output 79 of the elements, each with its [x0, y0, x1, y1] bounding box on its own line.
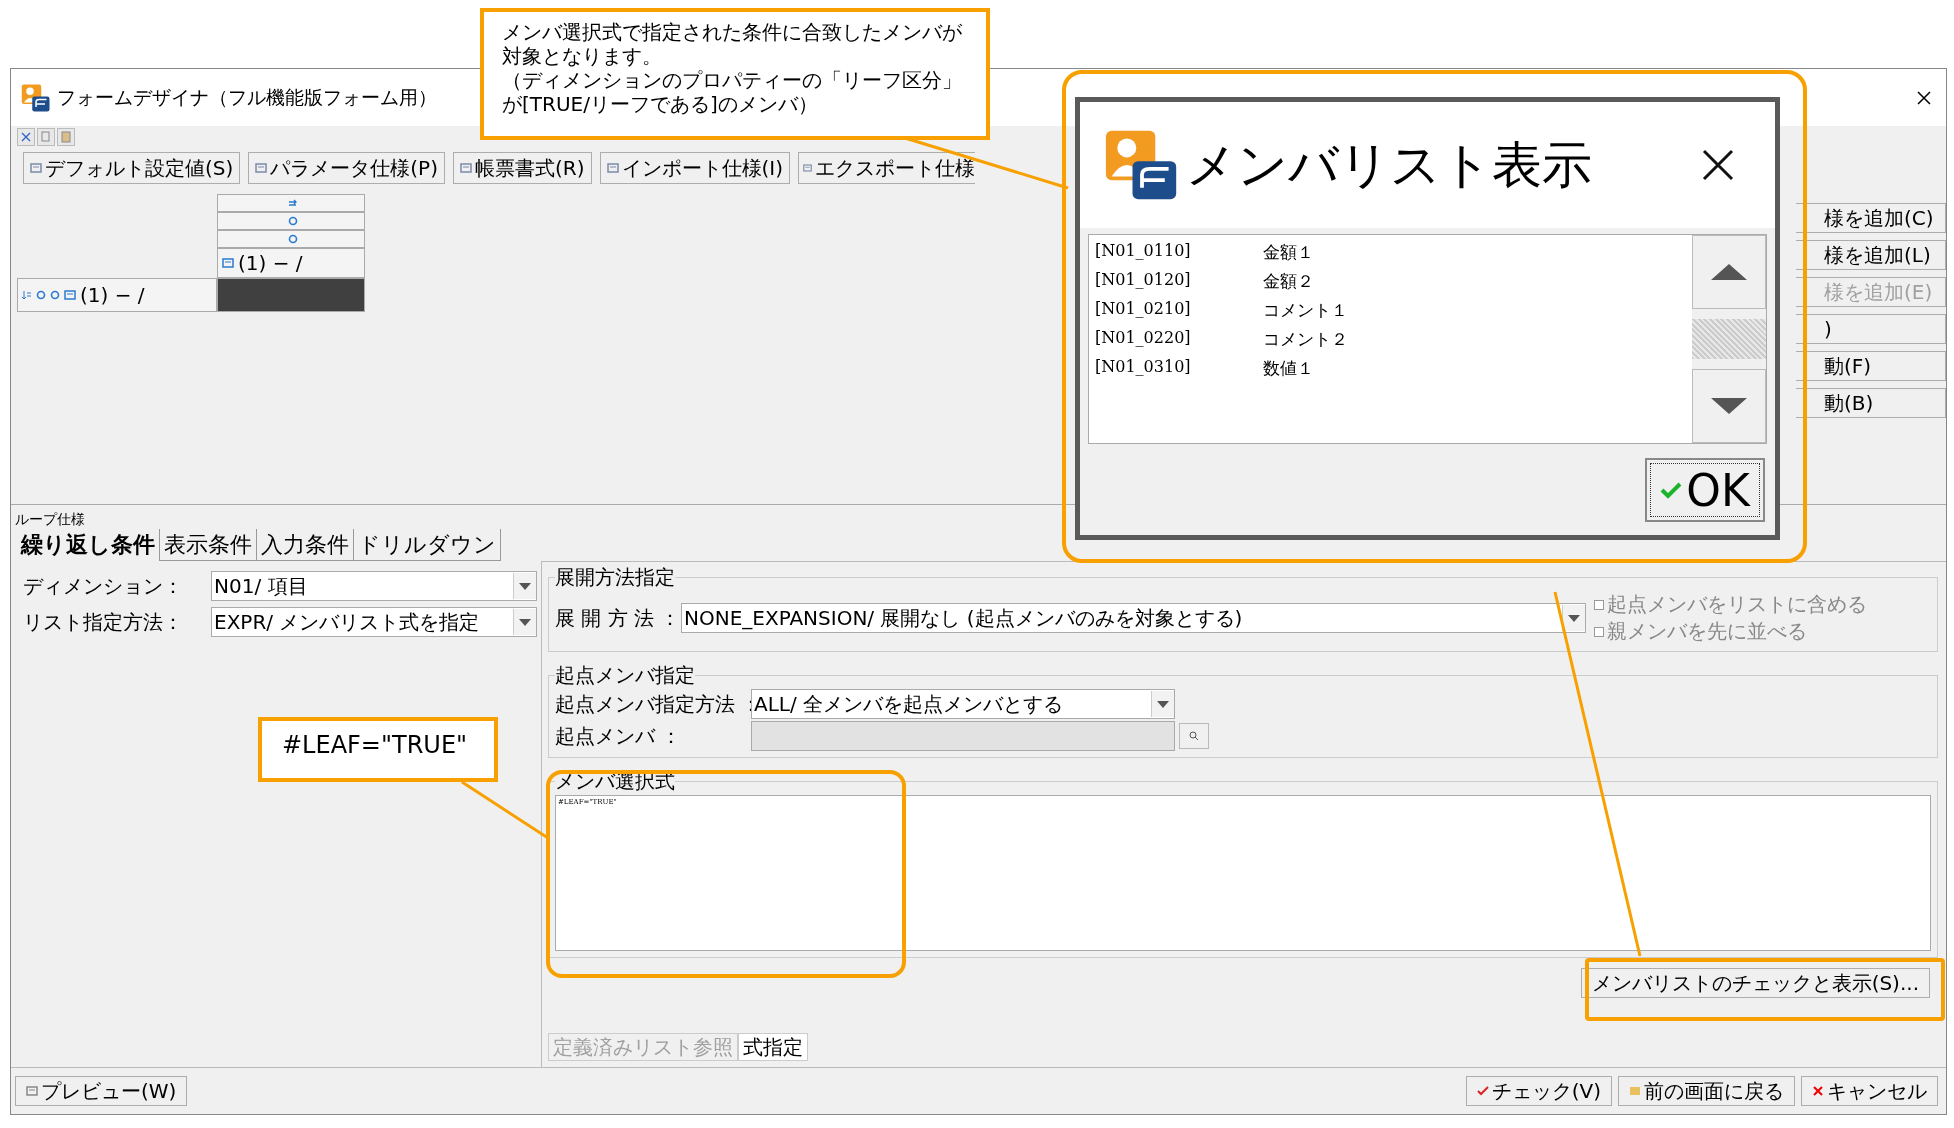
close-icon — [1812, 1085, 1824, 1097]
column-header-cell[interactable]: (1) − / — [217, 248, 365, 278]
dropdown-field[interactable]: N01/ 項目 — [211, 571, 537, 601]
field-label: ディメンション： — [23, 572, 184, 600]
checkbox-label: 親メンバを先に並べる — [1607, 618, 1807, 645]
member-name: 金額２ — [1263, 270, 1314, 293]
swap-icon — [288, 198, 298, 208]
tab[interactable]: 表示条件 — [160, 529, 257, 561]
tab[interactable]: 式指定 — [738, 1033, 808, 1061]
form-icon — [460, 162, 472, 174]
down-arrow-icon — [1709, 395, 1749, 416]
tab[interactable]: ドリルダウン — [354, 529, 501, 561]
tab[interactable]: 入力条件 — [257, 529, 354, 561]
toolbar-button[interactable]: デフォルト設定値(S) — [23, 152, 241, 184]
scroll-up-button[interactable] — [1692, 235, 1766, 310]
side-button[interactable]: 動(B) — [1796, 388, 1946, 418]
list-icon — [222, 257, 234, 269]
member-code: [N01_0310] — [1095, 357, 1192, 378]
toolbar-button[interactable]: エクスポート仕様 — [798, 152, 975, 184]
callout-text: #LEAF="TRUE" — [282, 731, 469, 760]
footer-button[interactable]: 前の画面に戻る — [1618, 1076, 1795, 1106]
member-name: 数値１ — [1263, 357, 1314, 380]
section-title: ループ仕様 — [14, 510, 86, 527]
scroll-down-button[interactable] — [1692, 368, 1766, 443]
check-icon — [1476, 1085, 1489, 1097]
field-label: 展 開 方 法 ： — [555, 604, 681, 632]
preview-button[interactable]: プレビュー(W) — [15, 1076, 188, 1106]
member-code: [N01_0220] — [1095, 328, 1192, 349]
toolbar-button[interactable]: パラメータ仕様(P) — [248, 152, 445, 184]
side-button[interactable]: 動(F) — [1796, 351, 1946, 381]
form-icon — [255, 162, 268, 174]
member-code: [N01_0210] — [1095, 299, 1192, 320]
dropdown-field[interactable]: ALL/ 全メンバを起点メンバとする — [751, 689, 1175, 719]
field-label: 起点メンバ ： — [555, 722, 683, 750]
close-icon[interactable] — [1916, 89, 1932, 106]
row-header-cell[interactable]: (1) − / — [17, 278, 217, 312]
dropdown-field[interactable]: EXPR/ メンバリスト式を指定 — [211, 607, 537, 637]
column-header-label: (1) − / — [238, 251, 303, 275]
side-button[interactable]: ) — [1796, 314, 1946, 344]
form-icon — [803, 162, 812, 174]
cut-icon[interactable] — [17, 128, 35, 146]
member-name: コメント１ — [1263, 299, 1348, 322]
document-icon — [26, 1085, 38, 1097]
search-icon[interactable] — [1179, 723, 1209, 749]
window-title: フォームデザイナ（フル機能版フォーム用） — [57, 84, 437, 110]
list-icon — [64, 289, 76, 301]
check-icon — [1660, 481, 1683, 499]
row-header-label: (1) − / — [80, 283, 145, 307]
callout-text: （ディメンションのプロパティーの「リーフ区分」が[TRUE/リーフである]のメンバ） — [502, 68, 963, 116]
close-icon[interactable] — [1701, 148, 1735, 182]
member-name: 金額１ — [1263, 241, 1314, 264]
group-title: 展開方法指定 — [555, 564, 675, 591]
scroll-thumb[interactable] — [1692, 319, 1766, 359]
group-title: 起点メンバ指定 — [555, 662, 695, 689]
checkbox-label: 起点メンバをリストに含める — [1607, 591, 1867, 618]
member-name: コメント２ — [1263, 328, 1348, 351]
member-code: [N01_0120] — [1095, 270, 1192, 291]
side-button[interactable]: 様を追加(L) — [1796, 240, 1946, 270]
sort-icon — [22, 290, 32, 300]
side-button[interactable]: 様を追加(C) — [1796, 203, 1946, 233]
tab[interactable]: 繰り返し条件 — [17, 529, 160, 561]
dialog-title: メンバリスト表示 — [1186, 134, 1593, 196]
form-icon — [606, 162, 619, 174]
back-icon — [1629, 1085, 1641, 1097]
toolbar-button[interactable]: インポート仕様(I) — [599, 152, 790, 184]
member-code: [N01_0110] — [1095, 241, 1192, 262]
grid-cell[interactable] — [217, 278, 365, 312]
form-icon — [30, 162, 42, 174]
dropdown-field[interactable]: NONE_EXPANSION/ 展開なし (起点メンバのみを対象とする) — [681, 603, 1586, 633]
app-icon — [21, 82, 51, 113]
toolbar-button[interactable]: 帳票書式(R) — [453, 152, 592, 184]
footer-button[interactable]: チェック(V) — [1465, 1076, 1612, 1106]
footer-button[interactable]: キャンセル — [1801, 1076, 1938, 1106]
up-arrow-icon — [1709, 262, 1749, 283]
field-label: リスト指定方法： — [23, 608, 184, 636]
paste-icon[interactable] — [57, 128, 75, 146]
ok-button[interactable]: OK — [1645, 458, 1765, 522]
callout-text: メンバ選択式で指定された条件に合致したメンバが対象となります。 — [502, 20, 963, 68]
check-list-button[interactable]: メンバリストのチェックと表示(S)... — [1580, 968, 1930, 998]
